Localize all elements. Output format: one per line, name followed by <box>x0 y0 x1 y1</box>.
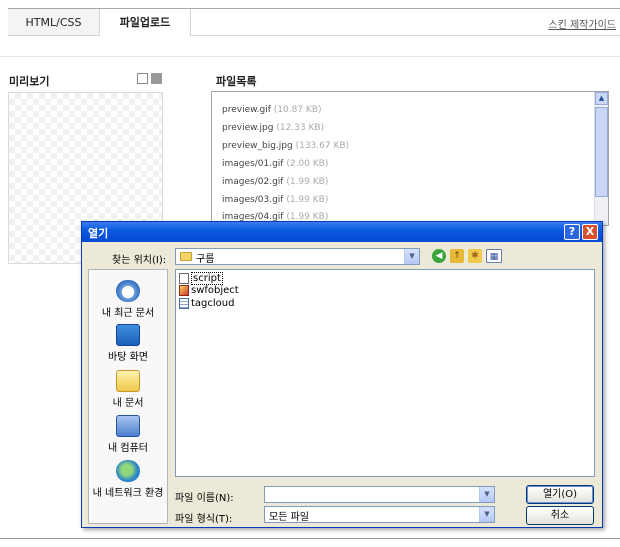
folder-icon <box>180 252 192 261</box>
place-label: 내 문서 <box>112 398 144 409</box>
tab-underline <box>191 35 620 36</box>
preview-title: 미리보기 <box>9 75 50 88</box>
place-recent-documents[interactable]: 내 최근 문서 <box>89 280 167 319</box>
place-label: 내 최근 문서 <box>101 308 155 319</box>
dialog-toolbar: ◀ ↑ ✱ ▦ <box>432 249 502 263</box>
place-my-computer[interactable]: 내 컴퓨터 <box>89 415 167 454</box>
file-browser-pane[interactable]: script swfobject tagcloud <box>175 269 595 477</box>
chevron-down-icon[interactable]: ▼ <box>479 507 494 522</box>
file-type-label: 파일 형식(T): <box>175 514 233 525</box>
place-label: 바탕 화면 <box>108 352 148 363</box>
place-network[interactable]: 내 네트워크 환경 <box>89 460 167 499</box>
place-label: 내 컴퓨터 <box>108 443 148 454</box>
places-bar: 내 최근 문서 바탕 화면 내 문서 내 컴퓨터 내 네트워크 환경 <box>88 269 168 524</box>
help-button[interactable]: ? <box>564 224 580 240</box>
up-folder-icon[interactable]: ↑ <box>450 249 464 263</box>
preview-toggles <box>137 73 162 84</box>
new-folder-icon[interactable]: ✱ <box>468 249 482 263</box>
file-item-swfobject[interactable]: swfobject <box>179 285 239 296</box>
preview-white-toggle[interactable] <box>137 73 148 84</box>
file-list-scrollbar[interactable]: ▲ <box>594 92 608 225</box>
place-desktop[interactable]: 바탕 화면 <box>89 324 167 363</box>
chevron-down-icon[interactable]: ▼ <box>404 249 419 264</box>
network-icon <box>116 460 140 482</box>
my-computer-icon <box>116 415 140 437</box>
file-list-title: 파일목록 <box>216 75 257 88</box>
my-documents-icon <box>116 370 140 392</box>
close-button[interactable]: X <box>582 224 598 240</box>
scroll-thumb[interactable] <box>595 107 608 197</box>
look-in-value: 구름 <box>196 254 215 265</box>
text-file-icon <box>179 273 189 284</box>
html-file-icon <box>179 298 189 309</box>
recent-documents-icon <box>116 280 140 302</box>
file-name-input[interactable]: ▼ <box>264 486 495 503</box>
file-list[interactable]: preview.gif (10.87 KB) preview.jpg (12.3… <box>211 91 609 226</box>
file-list-item[interactable]: images/02.gif (1.99 KB) <box>222 177 328 187</box>
place-label: 내 네트워크 환경 <box>92 488 164 499</box>
file-list-item[interactable]: preview.jpg (12.33 KB) <box>222 123 324 133</box>
file-list-item[interactable]: preview_big.jpg (133.67 KB) <box>222 141 349 151</box>
section-divider <box>0 56 620 57</box>
file-name-label: 파일 이름(N): <box>175 493 234 504</box>
file-item-label: script <box>191 272 223 285</box>
file-list-item[interactable]: images/01.gif (2.00 KB) <box>222 159 328 169</box>
tab-file-upload[interactable]: 파일업로드 <box>100 9 191 36</box>
bottom-divider <box>0 538 620 539</box>
tab-html-css[interactable]: HTML/CSS <box>8 9 100 36</box>
dialog-titlebar[interactable]: 열기 ? X <box>82 222 602 242</box>
desktop-icon <box>116 324 140 346</box>
chevron-down-icon[interactable]: ▼ <box>479 487 494 502</box>
preview-gray-toggle[interactable] <box>151 73 162 84</box>
file-item-script[interactable]: script <box>179 272 223 285</box>
script-file-icon <box>179 285 189 296</box>
file-item-label: tagcloud <box>191 298 235 309</box>
dialog-title: 열기 <box>88 227 109 240</box>
look-in-select[interactable]: 구름 ▼ <box>175 248 420 265</box>
file-type-select[interactable]: 모든 파일 ▼ <box>264 506 495 523</box>
file-item-label: swfobject <box>191 285 239 296</box>
file-item-tagcloud[interactable]: tagcloud <box>179 298 234 309</box>
file-type-value: 모든 파일 <box>269 512 309 523</box>
open-button[interactable]: 열기(O) <box>526 485 594 504</box>
skin-guide-link[interactable]: 스킨 제작가이드 <box>548 16 616 31</box>
look-in-label: 찾는 위치(I): <box>112 255 167 266</box>
back-icon[interactable]: ◀ <box>432 249 446 263</box>
place-my-documents[interactable]: 내 문서 <box>89 370 167 409</box>
file-list-item[interactable]: images/03.gif (1.99 KB) <box>222 195 328 205</box>
cancel-button[interactable]: 취소 <box>526 506 594 525</box>
scroll-up-icon[interactable]: ▲ <box>595 92 608 105</box>
views-menu-icon[interactable]: ▦ <box>486 249 502 263</box>
file-list-item[interactable]: preview.gif (10.87 KB) <box>222 105 322 115</box>
open-file-dialog: 열기 ? X 찾는 위치(I): 구름 ▼ ◀ ↑ ✱ ▦ 내 최근 문서 바탕… <box>81 221 603 528</box>
